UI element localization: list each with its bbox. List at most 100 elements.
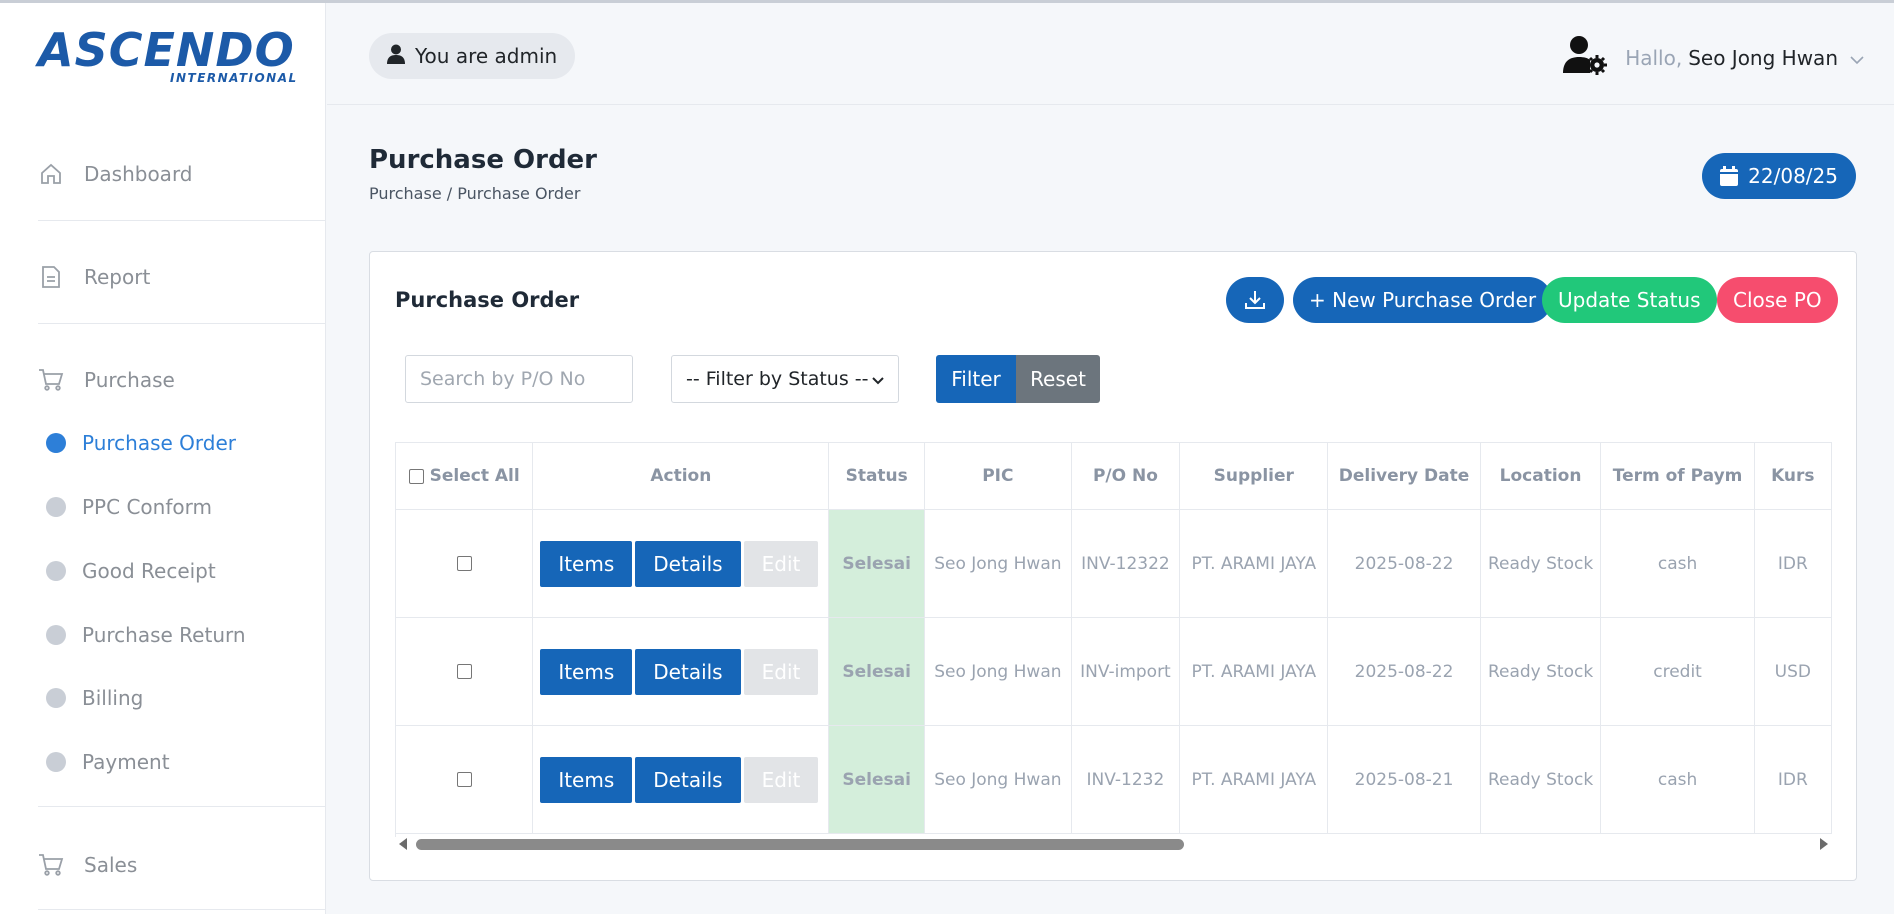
purchase-order-table: Select All Action Status PIC P/O No Supp… [395, 442, 1832, 837]
scroll-right-icon[interactable] [1820, 838, 1828, 850]
edit-button[interactable]: Edit [743, 648, 819, 695]
brand-logo[interactable]: ASCENDO INTERNATIONAL [38, 23, 296, 85]
search-input[interactable] [405, 355, 633, 403]
column-header: PIC [924, 442, 1072, 510]
brand-name: ASCENDO [38, 23, 295, 77]
items-button[interactable]: Items [540, 756, 633, 803]
sidebar-item-label: Dashboard [84, 162, 193, 186]
supplier-cell: PT. ARAMI JAYA [1179, 725, 1329, 834]
table-row: Items Details Edit Selesai Seo Jong Hwan I… [396, 617, 1832, 726]
details-button[interactable]: Details [635, 540, 741, 587]
kurs-cell: USD [1754, 617, 1832, 726]
column-header: Action [532, 442, 830, 510]
calendar-icon [1720, 166, 1739, 186]
bullet-icon [46, 561, 66, 581]
edit-button[interactable]: Edit [743, 756, 819, 803]
sidebar-subitem-good-receipt[interactable]: Good Receipt [46, 559, 216, 583]
term-cell: credit [1600, 617, 1755, 726]
reset-button[interactable]: Reset [1016, 355, 1100, 403]
date-button[interactable]: 22/08/25 [1702, 153, 1856, 199]
delivery-date-cell: 2025-08-21 [1327, 725, 1481, 834]
scroll-left-icon[interactable] [399, 838, 407, 850]
po-no-cell: INV-import [1071, 617, 1181, 726]
chevron-down-icon [872, 368, 884, 390]
location-cell: Ready Stock [1480, 617, 1602, 726]
breadcrumb: Purchase / Purchase Order [369, 184, 581, 203]
pic-cell: Seo Jong Hwan [924, 725, 1072, 834]
card-title: Purchase Order [395, 288, 580, 312]
divider [38, 220, 326, 221]
new-purchase-order-button[interactable]: + New Purchase Order [1293, 277, 1553, 323]
items-button[interactable]: Items [540, 648, 633, 695]
select-all-header[interactable]: Select All [396, 442, 534, 510]
horizontal-scrollbar[interactable] [395, 834, 1832, 854]
status-badge: Selesai [828, 509, 926, 618]
po-no-cell: INV-1232 [1071, 725, 1181, 834]
user-menu[interactable]: Hallo, Seo Jong Hwan [1563, 35, 1864, 80]
greeting: Hallo, [1625, 45, 1683, 70]
chevron-down-icon [1850, 46, 1864, 70]
filter-button[interactable]: Filter [936, 355, 1016, 403]
row-checkbox[interactable] [456, 664, 472, 679]
table-row: Items Details Edit Selesai Seo Jong Hwan I… [396, 509, 1832, 618]
bullet-icon [46, 433, 66, 453]
sidebar-item-label: Report [84, 265, 151, 289]
sidebar-subitem-label: PPC Conform [82, 495, 212, 519]
sidebar: ASCENDO INTERNATIONAL Dashboard Report P… [0, 3, 326, 914]
row-select-cell [396, 725, 534, 834]
cart-icon [38, 367, 64, 393]
select-all-checkbox[interactable] [408, 468, 424, 484]
column-header: Status [828, 442, 926, 510]
supplier-cell: PT. ARAMI JAYA [1179, 617, 1329, 726]
sidebar-item-sales[interactable]: Sales [38, 852, 137, 878]
sidebar-subitem-label: Billing [82, 686, 144, 710]
sidebar-subitem-ppc-conform[interactable]: PPC Conform [46, 495, 212, 519]
status-badge: Selesai [828, 725, 926, 834]
action-cell: Items Details Edit [532, 509, 830, 618]
sidebar-subitem-label: Purchase Return [82, 623, 246, 647]
sidebar-subitem-purchase-order[interactable]: Purchase Order [46, 431, 236, 455]
row-checkbox[interactable] [456, 772, 472, 787]
document-icon [38, 264, 64, 290]
status-badge: Selesai [828, 617, 926, 726]
action-cell: Items Details Edit [532, 725, 830, 834]
items-button[interactable]: Items [540, 540, 633, 587]
bullet-icon [46, 752, 66, 772]
kurs-cell: IDR [1754, 509, 1832, 618]
supplier-cell: PT. ARAMI JAYA [1179, 509, 1329, 618]
column-header: Term of Paym [1600, 442, 1755, 510]
status-filter-select[interactable]: -- Filter by Status -- [671, 355, 899, 403]
bullet-icon [46, 497, 66, 517]
delivery-date-cell: 2025-08-22 [1327, 509, 1481, 618]
home-icon [38, 161, 64, 187]
sidebar-subitem-label: Payment [82, 750, 170, 774]
page-title: Purchase Order [369, 145, 598, 175]
sidebar-subitem-billing[interactable]: Billing [46, 686, 143, 710]
status-filter-value: -- Filter by Status -- [686, 368, 869, 390]
divider [38, 323, 326, 324]
divider [38, 806, 326, 807]
po-no-cell: INV-12322 [1071, 509, 1181, 618]
details-button[interactable]: Details [635, 756, 741, 803]
scrollbar-thumb[interactable] [416, 839, 1184, 850]
brand-sub: INTERNATIONAL [170, 71, 298, 85]
sidebar-item-purchase[interactable]: Purchase [38, 367, 175, 393]
close-po-button[interactable]: Close PO [1717, 277, 1838, 323]
sidebar-subitem-label: Good Receipt [82, 559, 216, 583]
sidebar-item-dashboard[interactable]: Dashboard [38, 161, 193, 187]
sidebar-subitem-payment[interactable]: Payment [46, 750, 170, 774]
row-select-cell [396, 617, 534, 726]
edit-button[interactable]: Edit [743, 540, 819, 587]
download-button[interactable] [1226, 277, 1284, 323]
pic-cell: Seo Jong Hwan [924, 509, 1072, 618]
details-button[interactable]: Details [635, 648, 741, 695]
download-icon [1245, 291, 1265, 309]
sidebar-subitem-purchase-return[interactable]: Purchase Return [46, 623, 246, 647]
row-checkbox[interactable] [456, 556, 472, 571]
column-header: Location [1480, 442, 1602, 510]
update-status-button[interactable]: Update Status [1542, 277, 1717, 323]
sidebar-item-report[interactable]: Report [38, 264, 150, 290]
column-header: Kurs [1754, 442, 1832, 510]
location-cell: Ready Stock [1480, 509, 1602, 618]
bullet-icon [46, 688, 66, 708]
